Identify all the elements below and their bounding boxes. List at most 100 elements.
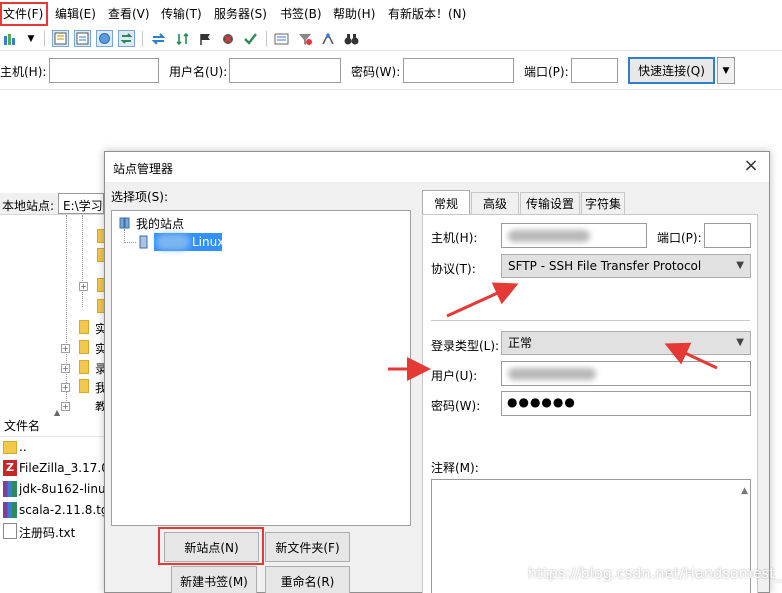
local-site-label: 本地站点: [2, 199, 55, 213]
file-name: scala-2.11.8.tg: [19, 503, 113, 517]
quick-port-label: 端口(P): [524, 65, 569, 79]
tree-expand-icon[interactable]: + [61, 383, 70, 392]
quick-user-input[interactable] [229, 58, 341, 83]
select-entry-label: 选择项(S): [111, 190, 169, 204]
menu-new-version[interactable]: 有新版本！(N) [388, 5, 466, 22]
general-tab-panel: 主机(H): 端口(P): 协议(T): SFTP - SSH File Tra… [422, 214, 758, 593]
my-sites-icon [118, 215, 132, 229]
process-queue-icon[interactable] [174, 30, 191, 47]
file-row[interactable]: 注册码.txt [0, 521, 104, 541]
disconnect-icon[interactable] [220, 30, 237, 47]
file-menu-highlight-box [0, 2, 48, 26]
tree-expand-icon[interactable]: + [61, 402, 70, 411]
menu-server[interactable]: 服务器(S) [214, 5, 267, 22]
form-divider [431, 320, 750, 321]
tree-expand-icon[interactable]: + [61, 344, 70, 353]
folder-icon [79, 320, 89, 334]
new-site-button[interactable]: 新站点(N) [164, 532, 259, 562]
folder-icon [79, 379, 89, 393]
quick-connect-dropdown[interactable]: ▼ [717, 57, 735, 84]
file-row[interactable]: scala-2.11.8.tg: [0, 500, 113, 520]
toolbar: ▼ [0, 27, 782, 51]
refresh-icon[interactable] [150, 30, 167, 47]
site-tree[interactable]: 我的站点 Linux [111, 210, 411, 526]
file-row[interactable]: jdk-8u162-linu [0, 479, 106, 499]
file-row[interactable]: .. [0, 437, 104, 457]
quick-host-input[interactable] [49, 58, 159, 83]
directory-listing-icon[interactable] [273, 30, 290, 47]
file-name: FileZilla_3.17.0. [19, 461, 113, 475]
tab-charset[interactable]: 字符集 [581, 192, 625, 214]
password-input[interactable]: ●●●●●● [501, 391, 751, 416]
transfer-queue-icon[interactable] [118, 30, 135, 47]
menu-view[interactable]: 查看(V) [108, 5, 150, 22]
tree-expand-icon[interactable]: + [61, 364, 70, 373]
password-label: 密码(W): [431, 399, 481, 413]
local-tree-icon[interactable] [74, 30, 91, 47]
folder-icon [3, 441, 17, 454]
new-bookmark-button[interactable]: 新建书签(M) [171, 566, 257, 593]
tree-guide-line [124, 229, 125, 243]
filezilla-app-icon: Z [3, 460, 17, 476]
quick-connect-button[interactable]: 快速连接(Q) [628, 57, 715, 84]
host-input[interactable] [501, 223, 647, 248]
blurred-user-value [508, 368, 596, 380]
compare-icon[interactable] [320, 30, 337, 47]
filter-icon[interactable] [297, 30, 314, 47]
cancel-icon[interactable] [197, 30, 214, 47]
tab-advanced[interactable]: 高级 [471, 192, 519, 214]
new-folder-button[interactable]: 新文件夹(F) [265, 532, 350, 562]
protocol-select[interactable]: SFTP - SSH File Transfer Protocol ▼ [501, 254, 751, 278]
filename-column-header[interactable]: 文件名 [4, 417, 40, 434]
tree-guide-line [124, 242, 136, 243]
file-row[interactable]: Z FileZilla_3.17.0. [0, 458, 113, 478]
quickconnect-bar: 主机(H): 用户名(U): 密码(W): 端口(P): 快速连接(Q) ▼ [0, 52, 782, 90]
site-manager-icon[interactable] [2, 30, 19, 47]
dialog-titlebar[interactable]: 站点管理器 × [105, 152, 769, 182]
port-input[interactable] [704, 223, 751, 248]
comments-label: 注释(M): [431, 461, 479, 475]
blurred-name [156, 234, 190, 250]
reconnect-icon[interactable] [242, 30, 259, 47]
menu-help[interactable]: 帮助(H) [333, 5, 375, 22]
quick-user-label: 用户名(U): [169, 65, 228, 79]
site-name-label: Linux [192, 235, 225, 249]
toolbar-separator [142, 31, 143, 47]
search-icon[interactable] [343, 30, 360, 47]
logon-type-label: 登录类型(L): [431, 339, 500, 353]
blurred-host-value [508, 230, 590, 242]
quick-port-input[interactable] [571, 58, 618, 83]
tree-expand-icon[interactable]: + [79, 282, 88, 291]
local-site-bar: 本地站点: E:\学习 [0, 193, 104, 215]
selected-site-item[interactable]: Linux [154, 233, 225, 251]
scroll-up-icon[interactable]: ▲ [741, 486, 748, 496]
local-path-input[interactable]: E:\学习 [58, 193, 104, 214]
menu-transfer[interactable]: 传输(T) [161, 5, 202, 22]
sort-arrow-icon: ▲ [54, 408, 61, 417]
rename-button[interactable]: 重命名(R) [265, 566, 350, 593]
message-log-icon[interactable] [52, 30, 69, 47]
local-directory-tree[interactable]: + 实 + 实 + 录 + 我 + 教 [0, 215, 107, 414]
remote-tree-icon[interactable] [96, 30, 113, 47]
archive-icon [3, 481, 17, 497]
close-icon[interactable]: × [741, 156, 761, 176]
server-icon [138, 235, 150, 249]
app-window: 文件(F) 编辑(E) 查看(V) 传输(T) 服务器(S) 书签(B) 帮助(… [0, 0, 782, 593]
quick-host-label: 主机(H): [0, 65, 47, 79]
tab-transfer-settings[interactable]: 传输设置 [520, 192, 580, 214]
dialog-title: 站点管理器 [113, 162, 174, 176]
tab-general[interactable]: 常规 [422, 190, 470, 215]
quick-pass-input[interactable] [403, 58, 514, 83]
file-name: jdk-8u162-linu [19, 482, 106, 496]
user-label: 用户(U): [431, 369, 478, 383]
menu-edit[interactable]: 编辑(E) [55, 5, 96, 22]
dropdown-arrow-icon[interactable]: ▼ [24, 30, 38, 47]
text-file-icon [3, 523, 17, 539]
menu-bookmarks[interactable]: 书签(B) [280, 5, 322, 22]
tree-root-label[interactable]: 我的站点 [136, 215, 184, 232]
file-name: 注册码.txt [19, 526, 76, 540]
chevron-down-icon: ▼ [736, 260, 744, 271]
logon-type-select[interactable]: 正常 ▼ [501, 331, 751, 355]
user-input[interactable] [501, 361, 751, 386]
logon-type-value: 正常 [508, 336, 533, 350]
